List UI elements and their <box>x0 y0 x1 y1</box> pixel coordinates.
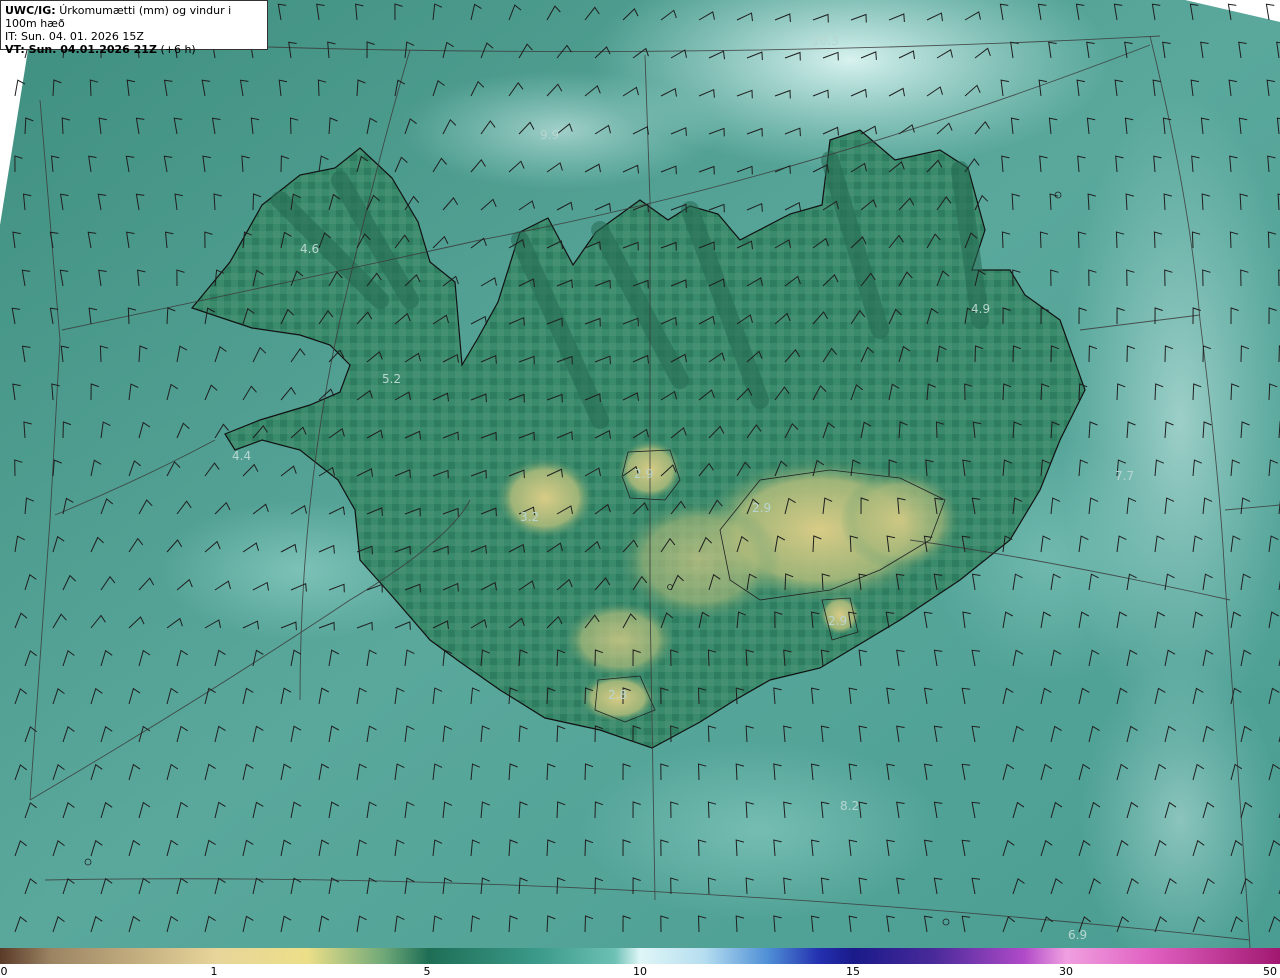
valid-time-line: VT: Sun. 04.01.2026 21Z (+6 h) <box>5 43 263 56</box>
value-label: 4.6 <box>300 242 319 256</box>
colorbar-tick: 30 <box>1059 965 1073 978</box>
colorbar-tick: 1 <box>210 965 218 978</box>
value-label: 2.9 <box>828 614 847 628</box>
value-label: 4.4 <box>232 449 251 463</box>
value-label: 4.9 <box>971 302 990 316</box>
colorbar-tick: 15 <box>846 965 860 978</box>
valid-time: VT: Sun. 04.01.2026 21Z <box>5 43 157 56</box>
value-label: 2.9 <box>752 501 771 515</box>
value-label: 8.2 <box>840 799 859 813</box>
value-label: 3.2 <box>520 510 539 524</box>
value-label: 2.8 <box>608 688 627 702</box>
value-label: 9.9 <box>540 128 559 142</box>
value-label: 2.9 <box>634 467 653 481</box>
colorbar-tick: 10 <box>633 965 647 978</box>
colorbar: 0 1 5 10 15 30 50 <box>0 948 1280 978</box>
precipitable-water-map[interactable]: 10.3 9.9 4.6 4.9 5.2 4.4 2.9 3.2 2.9 7.7… <box>0 0 1280 948</box>
colorbar-tick: 0 <box>0 965 8 978</box>
colorbar-tick: 50 <box>1263 965 1277 978</box>
map-info-box: UWC/IG: Úrkomumætti (mm) og vindur i 100… <box>0 0 268 56</box>
value-label: 6.9 <box>1068 928 1087 942</box>
model-name: UWC/IG: <box>5 4 56 17</box>
colorbar-strip <box>0 948 1280 964</box>
value-label: 7.7 <box>1115 469 1134 483</box>
init-time: IT: Sun. 04. 01. 2026 15Z <box>5 30 144 43</box>
lead-time: (+6 h) <box>160 43 196 56</box>
title-line: UWC/IG: Úrkomumætti (mm) og vindur i 100… <box>5 4 263 30</box>
value-label: 10.3 <box>812 34 839 48</box>
value-label: 5.2 <box>382 372 401 386</box>
colorbar-tick: 5 <box>423 965 431 978</box>
